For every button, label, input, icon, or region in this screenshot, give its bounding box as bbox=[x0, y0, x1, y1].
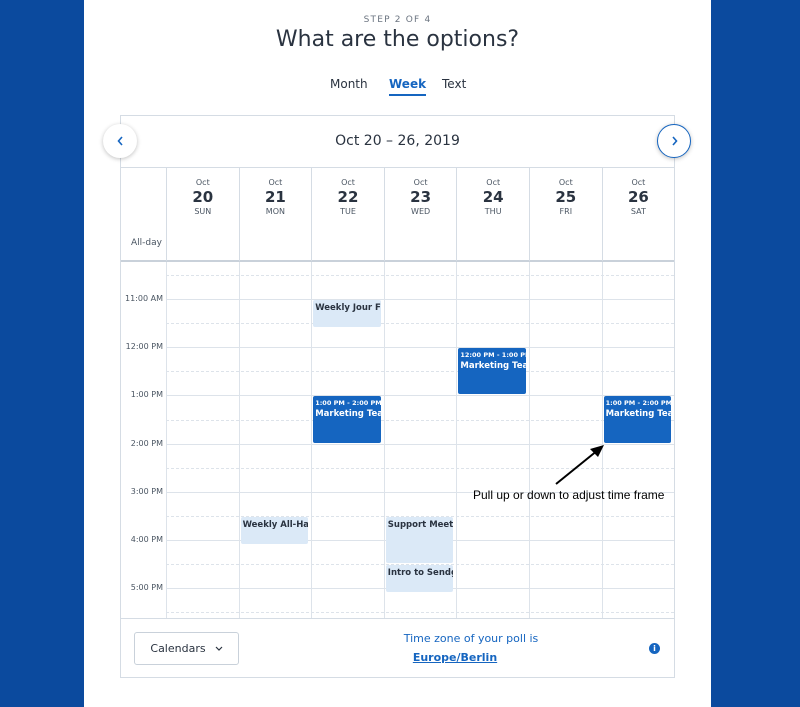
chevron-right-icon bbox=[671, 136, 678, 146]
view-tabs: Month Week Text bbox=[84, 77, 711, 99]
calendar-event[interactable]: Weekly All-Hands bbox=[240, 516, 309, 544]
event-time: 12:00 PM - 1:00 PM bbox=[460, 351, 526, 360]
time-label: 4:00 PM bbox=[130, 535, 163, 544]
hour-line bbox=[166, 443, 674, 445]
annotation-text: Pull up or down to adjust time frame bbox=[473, 488, 665, 502]
page-title: What are the options? bbox=[275, 27, 520, 52]
day-weekday: WED bbox=[411, 207, 431, 216]
event-time: 1:00 PM - 2:00 PM bbox=[605, 399, 672, 408]
time-label: 5:00 PM bbox=[130, 583, 163, 593]
tab-text[interactable]: Text bbox=[442, 77, 466, 91]
calendar-header: All-day Oct 20 SUN Oct 21 MON Oct 22 TUE Oct 23 WED… bbox=[121, 167, 674, 262]
day-weekday: MON bbox=[265, 207, 285, 216]
calendar-event[interactable]: 12:00 PM - 1:00 PMMarketing Team bbox=[458, 348, 526, 395]
event-name: Marketing Team bbox=[605, 409, 672, 420]
event-name: Marketing Team bbox=[460, 361, 526, 372]
week-calendar: Oct 20 – 26, 2019 All-day Oct 20 SUN Oct 21 M… bbox=[120, 115, 675, 678]
day-weekday: FRI bbox=[559, 207, 573, 216]
event-time: 1:00 PM - 2:00 PM bbox=[315, 399, 381, 408]
day-number: 22 bbox=[337, 188, 359, 206]
day-number: 21 bbox=[264, 188, 286, 206]
time-label: 12:00 PM bbox=[125, 342, 163, 352]
day-month: Oct bbox=[631, 178, 646, 187]
day-number: 23 bbox=[410, 188, 432, 206]
day-weekday: THU bbox=[484, 207, 502, 216]
event-name: Weekly All-Hands bbox=[242, 519, 309, 530]
day-month: Oct bbox=[486, 178, 501, 187]
day-month: Oct bbox=[268, 178, 283, 187]
event-name: Marketing Team bbox=[315, 409, 381, 420]
half-hour-line bbox=[166, 612, 674, 614]
tab-week[interactable]: Week bbox=[389, 77, 427, 96]
allday-label: All-day bbox=[131, 238, 162, 248]
calendar-event[interactable]: 1:00 PM - 2:00 PMMarketing Team bbox=[603, 396, 672, 443]
calendar-event[interactable]: Intro to Sendgrid bbox=[385, 565, 454, 592]
time-label: 1:00 PM bbox=[130, 390, 163, 400]
day-month: Oct bbox=[413, 178, 428, 187]
calendar-event[interactable]: Support Meeting bbox=[385, 516, 454, 564]
event-name: Intro to Sendgrid bbox=[387, 568, 454, 579]
time-label: 11:00 AM bbox=[125, 294, 163, 303]
calendar-footer: Calendars Time zone of your poll is Euro… bbox=[121, 618, 674, 677]
hour-line bbox=[166, 395, 674, 397]
day-month: Oct bbox=[195, 178, 210, 187]
day-column-header: Oct 22 TUE bbox=[311, 168, 384, 261]
chevron-down-icon bbox=[215, 646, 223, 651]
day-weekday: SAT bbox=[630, 207, 646, 216]
half-hour-line bbox=[166, 467, 674, 469]
event-name: Weekly Jour Fix bbox=[315, 303, 381, 313]
day-weekday: TUE bbox=[340, 207, 356, 216]
half-hour-line bbox=[166, 371, 674, 373]
tab-month[interactable]: Month bbox=[330, 77, 368, 91]
half-hour-line bbox=[166, 274, 674, 276]
half-hour-line bbox=[166, 419, 674, 421]
day-column-header: Oct 20 SUN bbox=[166, 168, 239, 261]
step-indicator: STEP 2 OF 4 bbox=[363, 15, 432, 25]
day-column-header: Oct 26 SAT bbox=[601, 168, 675, 261]
timezone-label: Time zone of your poll is bbox=[403, 632, 539, 645]
day-number: 25 bbox=[555, 188, 577, 206]
calendar-event[interactable]: Weekly Jour Fix bbox=[313, 300, 381, 327]
day-number: 24 bbox=[482, 188, 504, 206]
day-month: Oct bbox=[558, 178, 573, 187]
calendar-event[interactable]: 1:00 PM - 2:00 PMMarketing Team bbox=[313, 396, 381, 443]
calendars-label: Calendars bbox=[150, 642, 206, 655]
info-icon[interactable]: i bbox=[649, 643, 660, 654]
day-weekday: SUN bbox=[194, 207, 212, 216]
calendar-time-grid[interactable]: 11:00 AM 12:00 PM 1:00 PM 2:00 PM 3:00 PM 4:0… bbox=[121, 262, 674, 618]
day-month: Oct bbox=[341, 178, 355, 187]
next-week-button[interactable] bbox=[657, 124, 691, 158]
day-number: 26 bbox=[627, 188, 649, 206]
time-label: 2:00 PM bbox=[130, 438, 163, 448]
calendars-dropdown-button[interactable]: Calendars bbox=[134, 632, 239, 665]
day-column-header: Oct 25 FRI bbox=[529, 168, 602, 261]
day-column-header: Oct 24 THU bbox=[456, 168, 529, 261]
event-name: Support Meeting bbox=[387, 519, 454, 530]
previous-week-button[interactable] bbox=[103, 124, 137, 158]
day-column-header: Oct 21 MON bbox=[238, 168, 312, 261]
half-hour-line bbox=[166, 323, 674, 325]
day-number: 20 bbox=[192, 188, 214, 206]
hour-line bbox=[166, 347, 674, 349]
date-range-title: Oct 20 – 26, 2019 bbox=[335, 133, 460, 149]
chevron-left-icon bbox=[116, 136, 124, 146]
day-column-header: Oct 23 WED bbox=[383, 168, 457, 261]
hour-line bbox=[166, 299, 674, 300]
time-label: 3:00 PM bbox=[130, 486, 163, 496]
timezone-link[interactable]: Europe/Berlin bbox=[381, 651, 529, 664]
